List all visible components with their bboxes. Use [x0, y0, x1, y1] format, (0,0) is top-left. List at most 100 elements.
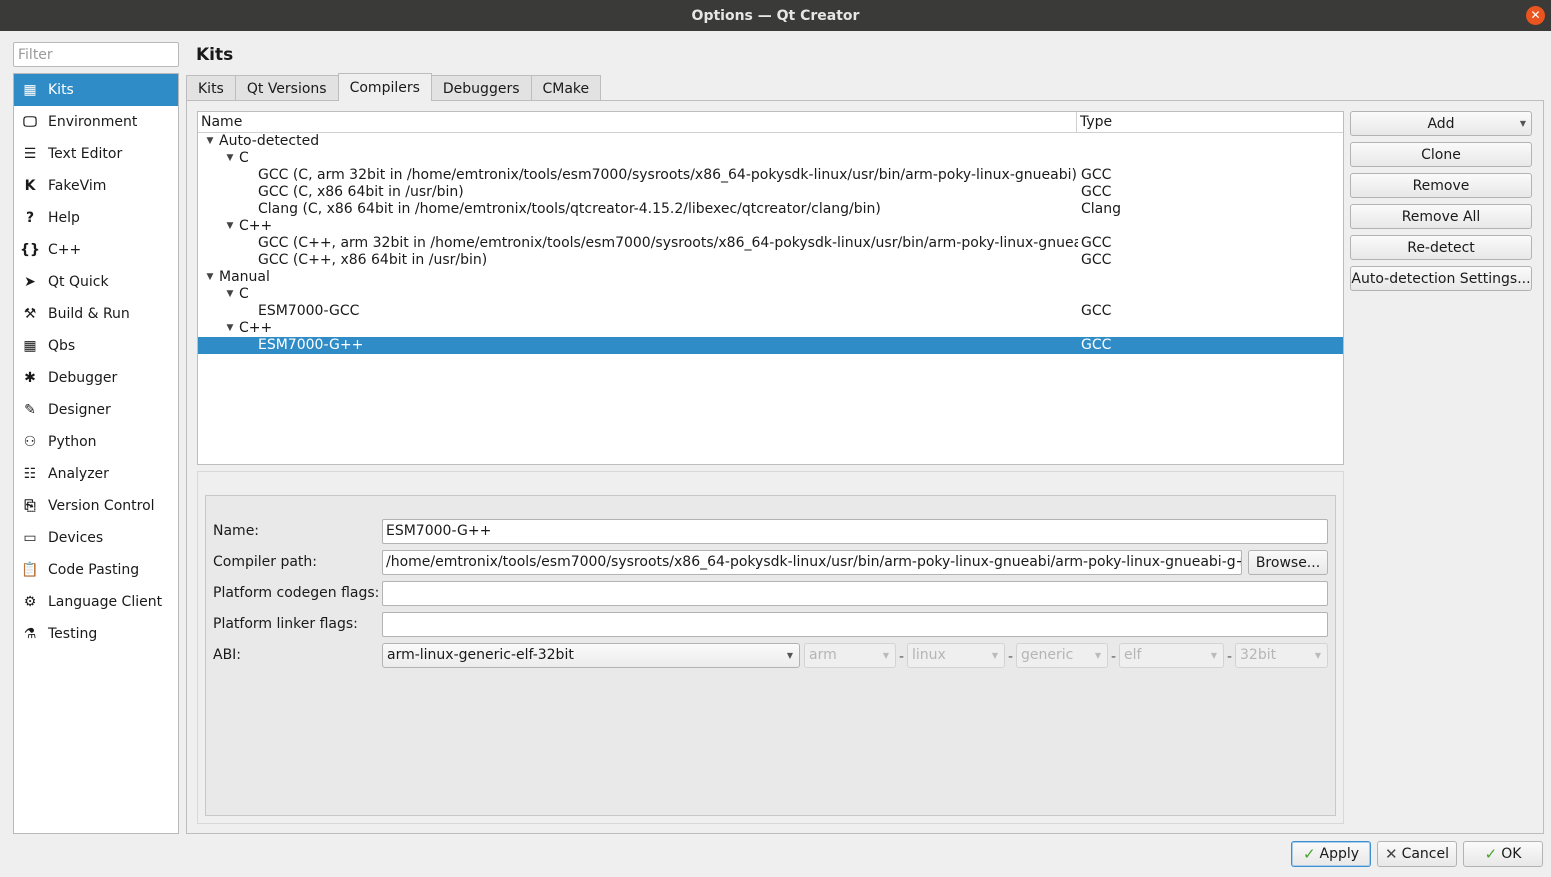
sidebar-item-testing[interactable]: ⚗ Testing	[14, 618, 178, 650]
tree-cell-type	[1078, 320, 1081, 337]
sidebar-item-analyzer[interactable]: ☷ Analyzer	[14, 458, 178, 490]
sidebar-item-label: Help	[48, 210, 80, 226]
linker-flags-field[interactable]	[382, 612, 1328, 637]
sidebar-item-label: FakeVim	[48, 178, 107, 194]
sidebar-item-environment[interactable]: 🖵 Environment	[14, 106, 178, 138]
sidebar-item-label: Code Pasting	[48, 562, 140, 578]
abi-part-select-1: linux ▼	[907, 643, 1005, 668]
close-icon[interactable]: ✕	[1526, 6, 1545, 25]
add-button[interactable]: Add ▼	[1350, 111, 1532, 136]
redetect-button[interactable]: Re-detect	[1350, 235, 1532, 260]
text-editor-icon: ☰	[23, 146, 37, 162]
sidebar-item-help[interactable]: ? Help	[14, 202, 178, 234]
tree-item-label: C++	[239, 218, 273, 234]
compiler-tree: Name Type ▼ Auto-detected ▼ C GCC (C, arm 32…	[197, 111, 1344, 465]
compiler-row[interactable]: GCC (C, x86 64bit in /usr/bin) GCC	[198, 184, 1343, 201]
sidebar-item-text-editor[interactable]: ☰ Text Editor	[14, 138, 178, 170]
name-field[interactable]: ESM7000-G++	[382, 519, 1328, 544]
tab-kits[interactable]: Kits	[186, 75, 236, 101]
compiler-row[interactable]: GCC (C++, x86 64bit in /usr/bin) GCC	[198, 252, 1343, 269]
abi-select[interactable]: arm-linux-generic-elf-32bit ▼	[382, 643, 800, 668]
page-title: Kits	[196, 45, 234, 65]
tree-cell-type: GCC	[1081, 252, 1112, 268]
help-icon: ?	[25, 210, 35, 226]
tree-cell-name: ESM7000-GCC	[198, 303, 1078, 320]
kits-icon: ▦	[23, 82, 37, 98]
expand-arrow-icon[interactable]: ▼	[224, 320, 236, 337]
tree-cell-name: GCC (C, arm 32bit in /home/emtronix/tool…	[198, 167, 1078, 184]
compiler-row[interactable]: Clang (C, x86 64bit in /home/emtronix/to…	[198, 201, 1343, 218]
cancel-button[interactable]: ✕ Cancel	[1377, 841, 1457, 867]
sidebar-item-code-pasting[interactable]: 📋 Code Pasting	[14, 554, 178, 586]
remove-all-button[interactable]: Remove All	[1350, 204, 1532, 229]
tree-item-label: GCC (C++, arm 32bit in /home/emtronix/to…	[258, 235, 1078, 251]
compiler-row[interactable]: ESM7000-GCC GCC	[198, 303, 1343, 320]
expand-arrow-icon[interactable]: ▼	[224, 150, 236, 167]
tree-group-row[interactable]: ▼ Manual	[198, 269, 1343, 286]
codegen-flags-field[interactable]	[382, 581, 1328, 606]
sidebar-item-devices[interactable]: ▭ Devices	[14, 522, 178, 554]
tree-item-label: Auto-detected	[219, 133, 320, 149]
options-category-list: ▦ Kits 🖵 Environment ☰ Text Editor K FakeVim? He…	[13, 73, 179, 834]
sidebar-item-version-control[interactable]: ⎘ Version Control	[14, 490, 178, 522]
compiler-row[interactable]: GCC (C, arm 32bit in /home/emtronix/tool…	[198, 167, 1343, 184]
expand-arrow-icon[interactable]: ▼	[204, 133, 216, 150]
ok-button[interactable]: ✓ OK	[1463, 841, 1543, 867]
sidebar-item-build-run[interactable]: ⚒ Build & Run	[14, 298, 178, 330]
sidebar-item-designer[interactable]: ✎ Designer	[14, 394, 178, 426]
abi-separator: -	[899, 649, 905, 665]
tree-group-row[interactable]: ▼ C++	[198, 218, 1343, 235]
apply-button[interactable]: ✓ Apply	[1291, 841, 1371, 867]
abi-separator: -	[1008, 649, 1014, 665]
expand-arrow-icon[interactable]: ▼	[224, 286, 236, 303]
name-label: Name:	[213, 523, 260, 539]
sidebar-item-fakevim[interactable]: K FakeVim	[14, 170, 178, 202]
tree-group-row[interactable]: ▼ C	[198, 286, 1343, 303]
tab-qt-versions[interactable]: Qt Versions	[234, 75, 339, 101]
sidebar-item-kits[interactable]: ▦ Kits	[14, 74, 178, 106]
browse-button[interactable]: Browse...	[1248, 550, 1328, 575]
abi-part-value: elf	[1124, 647, 1142, 663]
sidebar-item-debugger[interactable]: ✱ Debugger	[14, 362, 178, 394]
compiler-row[interactable]: ESM7000-G++ GCC	[198, 337, 1343, 354]
tree-cell-type: GCC	[1081, 167, 1112, 183]
sidebar-item-label: Environment	[48, 114, 138, 130]
tree-item-label: GCC (C++, x86 64bit in /usr/bin)	[258, 252, 488, 268]
compiler-path-field[interactable]: /home/emtronix/tools/esm7000/sysroots/x8…	[382, 550, 1242, 575]
abi-select-value: arm-linux-generic-elf-32bit	[387, 647, 574, 663]
sidebar-item-qbs[interactable]: ▦ Qbs	[14, 330, 178, 362]
remove-button[interactable]: Remove	[1350, 173, 1532, 198]
tab-bar: Kits Qt Versions Compilers Debuggers CMake	[186, 73, 602, 101]
tree-group-row[interactable]: ▼ Auto-detected	[198, 133, 1343, 150]
sidebar-item-python[interactable]: ⚇ Python	[14, 426, 178, 458]
sidebar-item-label: Text Editor	[48, 146, 123, 162]
python-icon: ⚇	[23, 434, 37, 450]
plug-icon: ⚙	[23, 594, 37, 610]
tree-group-row[interactable]: ▼ C	[198, 150, 1343, 167]
bug-icon: ✱	[24, 370, 36, 386]
column-header-type[interactable]: Type	[1077, 112, 1112, 132]
sidebar-item-language-client[interactable]: ⚙ Language Client	[14, 586, 178, 618]
abi-part-value: arm	[809, 647, 837, 663]
clone-button[interactable]: Clone	[1350, 142, 1532, 167]
auto-detection-settings-button[interactable]: Auto-detection Settings...	[1350, 266, 1532, 291]
tree-cell-type	[1078, 133, 1081, 150]
tree-item-label: ESM7000-G++	[258, 337, 364, 353]
compiler-row[interactable]: GCC (C++, arm 32bit in /home/emtronix/to…	[198, 235, 1343, 252]
tree-item-label: GCC (C, x86 64bit in /usr/bin)	[258, 184, 464, 200]
expand-arrow-icon[interactable]: ▼	[204, 269, 216, 286]
tab-cmake[interactable]: CMake	[530, 75, 602, 101]
tree-group-row[interactable]: ▼ C++	[198, 320, 1343, 337]
tab-compilers[interactable]: Compilers	[337, 73, 432, 101]
sidebar-item-label: Debugger	[48, 370, 118, 386]
column-header-name[interactable]: Name	[198, 112, 1077, 132]
filter-input[interactable]	[13, 42, 179, 67]
tab-debuggers[interactable]: Debuggers	[430, 75, 532, 101]
check-icon: ✓	[1484, 845, 1498, 863]
sidebar-item-label: C++	[48, 242, 82, 258]
sidebar-item-c[interactable]: {} C++	[14, 234, 178, 266]
expand-arrow-icon[interactable]: ▼	[224, 218, 236, 235]
chevron-down-icon: ▼	[1210, 651, 1217, 660]
tree-header: Name Type	[198, 112, 1343, 133]
sidebar-item-qt-quick[interactable]: ➤ Qt Quick	[14, 266, 178, 298]
